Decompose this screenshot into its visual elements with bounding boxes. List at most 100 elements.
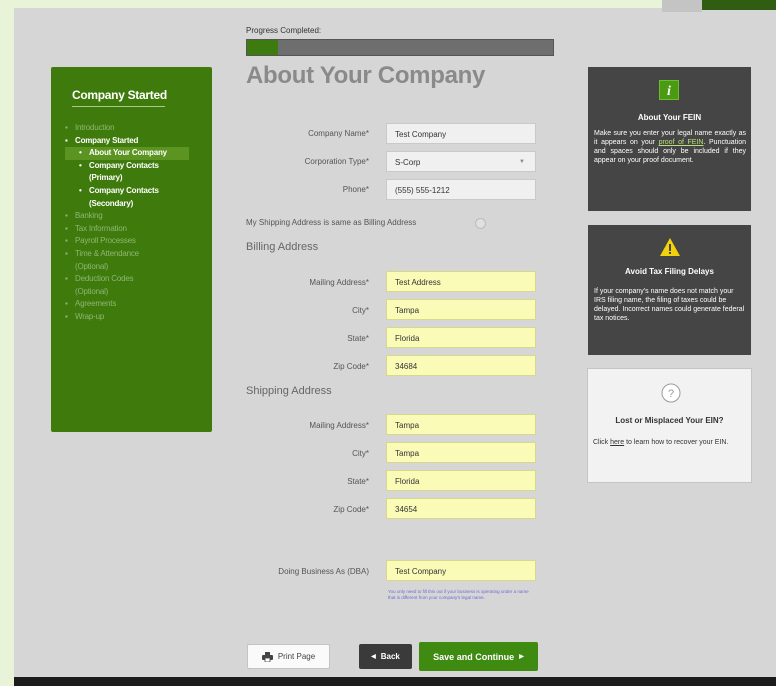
top-corner-bar bbox=[702, 0, 776, 10]
billing-zip-input[interactable]: 34684 bbox=[386, 355, 536, 376]
lost-ein-box: ? Lost or Misplaced Your EIN? Click here… bbox=[587, 368, 752, 483]
info-icon: i bbox=[659, 80, 679, 100]
proof-of-fein-link[interactable]: proof of FEIN bbox=[659, 139, 704, 146]
save-continue-label: Save and Continue bbox=[433, 651, 515, 662]
sidebar-bullet: ▪ bbox=[65, 223, 68, 233]
shipping-state-input[interactable]: Florida bbox=[386, 470, 536, 491]
tax-delay-title: Avoid Tax Filing Delays bbox=[625, 267, 714, 276]
sidebar-item: ▪ Wrap-up bbox=[65, 311, 207, 324]
sidebar-item-label: (Optional) bbox=[75, 261, 109, 271]
sidebar-bullet: • bbox=[79, 185, 82, 195]
lost-ein-title: Lost or Misplaced Your EIN? bbox=[615, 416, 724, 425]
page-title: About Your Company bbox=[246, 62, 486, 89]
sidebar-item: ▪ Time & Attendance bbox=[65, 248, 207, 261]
sidebar-item: ▪ Payroll Processes bbox=[65, 235, 207, 248]
question-icon: ? bbox=[661, 383, 681, 403]
company-name-input[interactable]: Test Company bbox=[386, 123, 536, 144]
sidebar-item: (Optional) bbox=[65, 261, 207, 274]
sidebar-item-label: Company Started bbox=[75, 135, 139, 145]
sidebar-bullet: ▪ bbox=[65, 299, 68, 309]
chevron-down-icon: ▼ bbox=[519, 159, 525, 165]
sidebar-bullet: ▪ bbox=[65, 211, 68, 221]
sidebar-item[interactable]: ▪ Introduction bbox=[65, 122, 207, 135]
phone-input[interactable]: (555) 555-1212 bbox=[386, 179, 536, 200]
tax-delay-box: Avoid Tax Filing Delays If your company'… bbox=[588, 225, 751, 355]
sidebar-item-label: Company Contacts bbox=[89, 160, 159, 170]
company-name-label: Company Name* bbox=[308, 129, 369, 138]
shipping-zip-input[interactable]: 34654 bbox=[386, 498, 536, 519]
fein-info-text: Make sure you enter your legal name exac… bbox=[594, 129, 746, 165]
dba-label: Doing Business As (DBA) bbox=[278, 567, 369, 576]
back-button[interactable]: ◀ Back bbox=[359, 644, 412, 669]
same-address-checkbox[interactable] bbox=[475, 218, 486, 229]
sidebar-item-label: (Primary) bbox=[89, 173, 123, 183]
sidebar-item: (Optional) bbox=[65, 286, 207, 299]
print-page-label: Print Page bbox=[277, 652, 316, 661]
sidebar-item-label: Payroll Processes bbox=[75, 236, 136, 246]
sidebar-bullet: ▪ bbox=[65, 248, 68, 258]
sidebar-item-label: Tax Information bbox=[75, 223, 127, 233]
fein-info-box: i About Your FEIN Make sure you enter yo… bbox=[588, 67, 751, 211]
shipping-mailing-label: Mailing Address* bbox=[309, 421, 369, 430]
sidebar-bullet: • bbox=[79, 160, 82, 170]
sidebar-item: ▪ Banking bbox=[65, 210, 207, 223]
progress-fill bbox=[247, 40, 278, 55]
sidebar-item[interactable]: • Company Contacts bbox=[65, 160, 207, 173]
billing-city-input[interactable]: Tampa bbox=[386, 299, 536, 320]
sidebar-bullet: ▪ bbox=[65, 135, 68, 145]
warning-icon bbox=[659, 237, 681, 257]
billing-state-label: State* bbox=[347, 334, 369, 343]
svg-text:?: ? bbox=[668, 388, 674, 400]
lost-ein-text: Click here to learn how to recover your … bbox=[593, 438, 748, 447]
dba-hint: You only need to fill this out if your b… bbox=[388, 589, 529, 600]
sidebar-item-label: About Your Company bbox=[89, 148, 167, 158]
recover-ein-link[interactable]: here bbox=[610, 439, 624, 446]
fein-info-title: About Your FEIN bbox=[637, 113, 702, 122]
sidebar-item[interactable]: (Primary) bbox=[65, 172, 207, 185]
sidebar-bullet: • bbox=[79, 148, 82, 158]
billing-city-label: City* bbox=[352, 306, 369, 315]
sidebar: Company Started ▪ Introduction ▪ Company St… bbox=[51, 67, 212, 432]
sidebar-item-label: Banking bbox=[75, 211, 103, 221]
save-continue-button[interactable]: Save and Continue ▶ bbox=[419, 642, 538, 671]
progress-bar bbox=[246, 39, 554, 56]
sidebar-divider bbox=[72, 106, 165, 107]
sidebar-item[interactable]: ▪ Company Started bbox=[65, 135, 207, 148]
back-label: Back bbox=[380, 652, 400, 661]
shipping-zip-label: Zip Code* bbox=[333, 505, 369, 514]
sidebar-item[interactable]: (Secondary) bbox=[65, 198, 207, 211]
bottom-bar bbox=[14, 677, 776, 686]
shipping-city-input[interactable]: Tampa bbox=[386, 442, 536, 463]
shipping-state-label: State* bbox=[347, 477, 369, 486]
dba-input[interactable]: Test Company bbox=[386, 560, 536, 581]
sidebar-bullet: ▪ bbox=[65, 236, 68, 246]
sidebar-item[interactable]: • Company Contacts bbox=[65, 185, 207, 198]
sidebar-item-label: (Secondary) bbox=[89, 198, 134, 208]
print-page-button[interactable]: Print Page bbox=[247, 644, 330, 669]
corporation-type-select[interactable]: S-Corp ▼ bbox=[386, 151, 536, 172]
lost-ein-text-part: Click bbox=[593, 439, 611, 446]
corporation-type-value: S-Corp bbox=[395, 158, 421, 167]
billing-mailing-label: Mailing Address* bbox=[309, 278, 369, 287]
chevron-right-icon: ▶ bbox=[519, 654, 524, 660]
same-address-label: My Shipping Address is same as Billing A… bbox=[246, 218, 417, 227]
billing-state-input[interactable]: Florida bbox=[386, 327, 536, 348]
shipping-city-label: City* bbox=[352, 449, 369, 458]
shipping-mailing-input[interactable]: Tampa bbox=[386, 414, 536, 435]
billing-heading: Billing Address bbox=[246, 241, 319, 253]
billing-mailing-input[interactable]: Test Address bbox=[386, 271, 536, 292]
phone-label: Phone* bbox=[342, 185, 369, 194]
sidebar-bullet: ▪ bbox=[65, 123, 68, 132]
sidebar-item-label: Company Contacts bbox=[89, 185, 159, 195]
billing-zip-label: Zip Code* bbox=[333, 362, 369, 371]
sidebar-title: Company Started bbox=[72, 88, 167, 102]
sidebar-item-label: Deduction Codes bbox=[75, 274, 134, 284]
printer-icon bbox=[261, 651, 273, 662]
sidebar-item: ▪ Agreements bbox=[65, 298, 207, 311]
lost-ein-text-part: to learn how to recover your EIN. bbox=[624, 439, 729, 446]
sidebar-nav: ▪ Introduction ▪ Company Started • About Your… bbox=[65, 122, 207, 324]
sidebar-item-label: (Optional) bbox=[75, 286, 109, 296]
sidebar-item: ▪ Tax Information bbox=[65, 223, 207, 236]
sidebar-item[interactable]: • About Your Company bbox=[65, 147, 189, 160]
sidebar-item-label: Wrap-up bbox=[75, 311, 105, 321]
